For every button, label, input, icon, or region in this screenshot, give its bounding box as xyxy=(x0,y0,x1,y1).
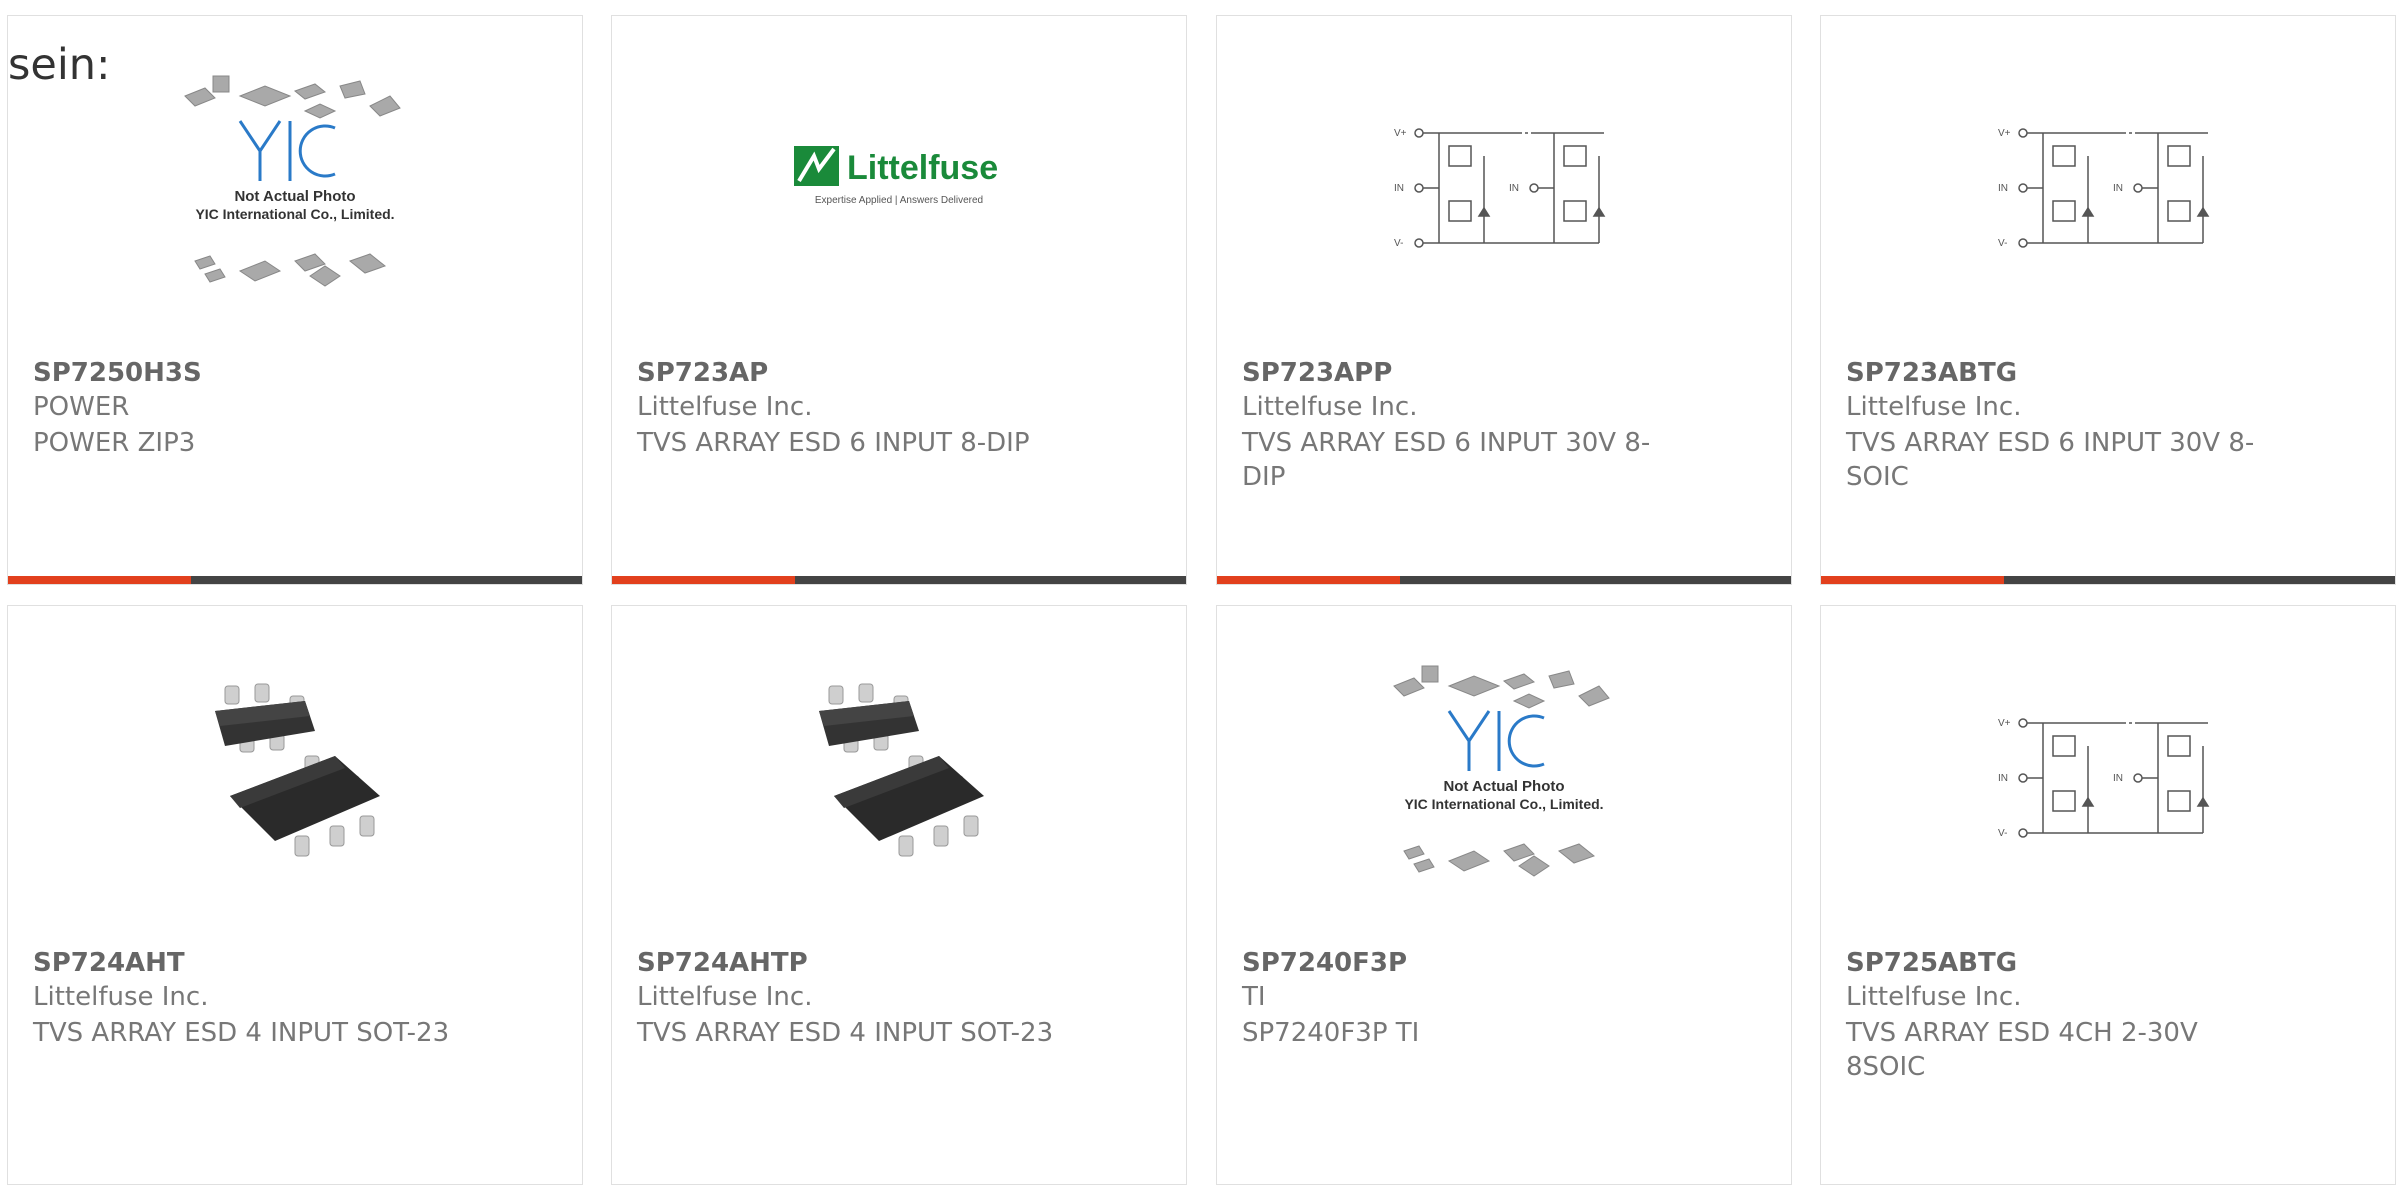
product-image[interactable] xyxy=(8,606,582,946)
circuit-diagram-image: V+ IN IN V- xyxy=(1394,128,1606,249)
product-card[interactable]: V+ IN IN V- SP723APP Littelfuse Inc. TVS… xyxy=(1216,15,1792,585)
part-number[interactable]: SP723APP xyxy=(1242,358,1392,388)
svg-text:YIC International Co., Limited: YIC International Co., Limited. xyxy=(195,206,394,222)
product-image[interactable]: V+ IN IN V- xyxy=(1821,606,2395,946)
manufacturer: Littelfuse Inc. xyxy=(33,982,209,1012)
svg-text:IN: IN xyxy=(1998,183,2008,194)
product-image[interactable]: Not Actual Photo YIC International Co., … xyxy=(1217,606,1791,946)
description: TVS ARRAY ESD 6 INPUT 8-DIP xyxy=(637,428,1030,458)
svg-text:IN: IN xyxy=(1509,183,1519,194)
sot23-package-image xyxy=(215,683,380,857)
svg-text:Not Actual Photo: Not Actual Photo xyxy=(234,188,355,205)
product-image[interactable]: Littelfuse Expertise Applied | Answers D… xyxy=(612,16,1186,356)
manufacturer: Littelfuse Inc. xyxy=(637,392,813,422)
description: TVS ARRAY ESD 4 INPUT SOT-23 xyxy=(33,1018,450,1048)
product-card[interactable]: V+ IN IN V- SP723ABTG Littelfuse Inc. TV… xyxy=(1820,15,2396,585)
product-card[interactable]: Littelfuse Expertise Applied | Answers D… xyxy=(611,15,1187,585)
yic-placeholder-image: Not Actual Photo YIC International Co., … xyxy=(1393,665,1610,877)
svg-text:V+: V+ xyxy=(1998,718,2011,729)
part-number[interactable]: SP7250H3S xyxy=(33,358,202,388)
circuit-diagram-image: V+ IN IN V- xyxy=(1998,718,2210,839)
circuit-diagram-image: V+ IN IN V- xyxy=(1998,128,2210,249)
product-card[interactable]: SP724AHTP Littelfuse Inc. TVS ARRAY ESD … xyxy=(611,605,1187,1185)
svg-text:V-: V- xyxy=(1998,828,2007,839)
product-card[interactable]: Not Actual Photo YIC International Co., … xyxy=(1216,605,1792,1185)
description: TVS ARRAY ESD 4CH 2-30V 8SOIC xyxy=(1846,1018,2198,1082)
product-card[interactable]: Not Actual Photo YIC International Co., … xyxy=(7,15,583,585)
littelfuse-logo-image: Littelfuse Expertise Applied | Answers D… xyxy=(794,146,998,206)
part-number[interactable]: SP725ABTG xyxy=(1846,948,2017,978)
part-number[interactable]: SP7240F3P xyxy=(1242,948,1407,978)
svg-text:V+: V+ xyxy=(1998,128,2011,139)
svg-text:V-: V- xyxy=(1998,238,2007,249)
manufacturer: Littelfuse Inc. xyxy=(637,982,813,1012)
manufacturer: Littelfuse Inc. xyxy=(1242,392,1418,422)
card-bar xyxy=(1217,576,1791,584)
product-card[interactable]: SP724AHT Littelfuse Inc. TVS ARRAY ESD 4… xyxy=(7,605,583,1185)
svg-text:IN: IN xyxy=(1394,183,1404,194)
svg-text:Littelfuse: Littelfuse xyxy=(847,149,998,187)
svg-text:IN: IN xyxy=(2113,773,2123,784)
svg-text:Expertise Applied | Answers De: Expertise Applied | Answers Delivered xyxy=(815,195,983,206)
manufacturer: TI xyxy=(1242,982,1266,1012)
description: TVS ARRAY ESD 4 INPUT SOT-23 xyxy=(637,1018,1054,1048)
svg-text:V+: V+ xyxy=(1394,128,1407,139)
part-number[interactable]: SP723ABTG xyxy=(1846,358,2017,388)
svg-text:V-: V- xyxy=(1394,238,1403,249)
product-card[interactable]: V+ IN IN V- SP725ABTG Littelfuse Inc. TV… xyxy=(1820,605,2396,1185)
svg-text:IN: IN xyxy=(1998,773,2008,784)
svg-text:IN: IN xyxy=(2113,183,2123,194)
section-heading: sein: xyxy=(8,40,111,90)
description: TVS ARRAY ESD 6 INPUT 30V 8-SOIC xyxy=(1846,428,2255,492)
card-bar xyxy=(612,576,1186,584)
sot23-package-image xyxy=(819,683,984,857)
description: TVS ARRAY ESD 6 INPUT 30V 8-DIP xyxy=(1242,428,1651,492)
svg-text:YIC International Co., Limited: YIC International Co., Limited. xyxy=(1404,796,1603,812)
part-number[interactable]: SP724AHT xyxy=(33,948,185,978)
product-image[interactable] xyxy=(612,606,1186,946)
description: SP7240F3P TI xyxy=(1242,1018,1420,1048)
description: POWER ZIP3 xyxy=(33,428,196,458)
card-bar xyxy=(8,576,582,584)
yic-placeholder-image: Not Actual Photo YIC International Co., … xyxy=(184,75,401,287)
card-bar xyxy=(1821,576,2395,584)
svg-text:Not Actual Photo: Not Actual Photo xyxy=(1443,778,1564,795)
manufacturer: Littelfuse Inc. xyxy=(1846,392,2022,422)
part-number[interactable]: SP723AP xyxy=(637,358,768,388)
manufacturer: Littelfuse Inc. xyxy=(1846,982,2022,1012)
product-image[interactable]: V+ IN IN V- xyxy=(1821,16,2395,356)
part-number[interactable]: SP724AHTP xyxy=(637,948,808,978)
manufacturer: POWER xyxy=(33,392,130,422)
product-image[interactable]: V+ IN IN V- xyxy=(1217,16,1791,356)
